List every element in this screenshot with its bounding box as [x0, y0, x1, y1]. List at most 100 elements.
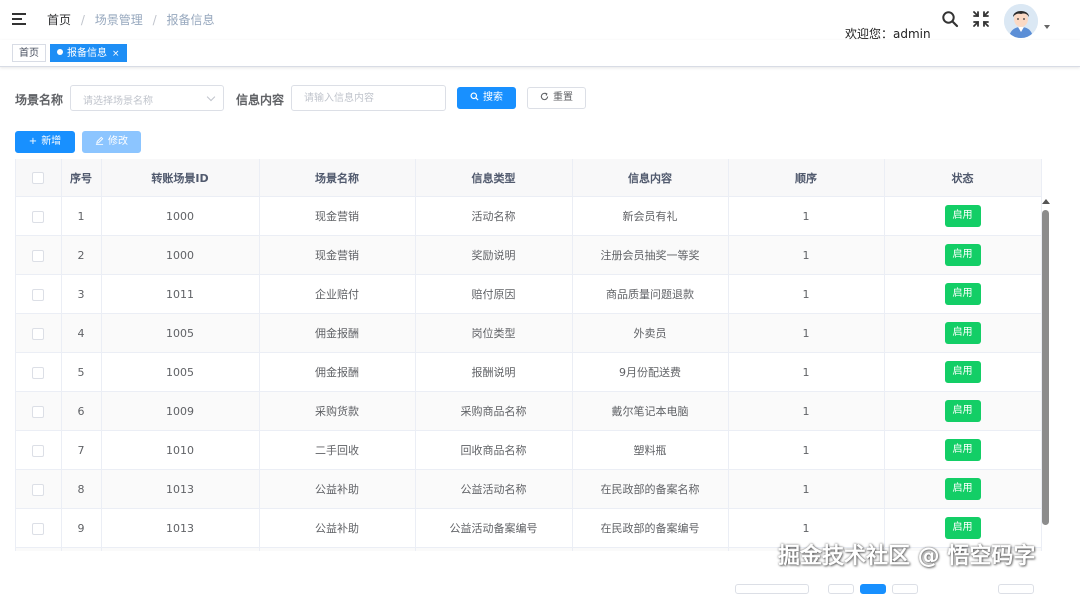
scene-name-label: 场景名称: [15, 93, 64, 107]
status-badge[interactable]: 启用: [944, 244, 981, 266]
data-table: 序号 转账场景ID 场景名称 信息类型 信息内容 顺序 状态 1 1000 现金…: [15, 159, 1054, 551]
tag-home[interactable]: 首页: [12, 44, 46, 62]
pagination-area: [0, 570, 1080, 588]
cell-info-type: 岗位类型: [415, 313, 573, 353]
table-row[interactable]: 5 1005 佣金报酬 报酬说明 9月份配送费 1 启用: [16, 352, 1042, 392]
cell-scene-name: 公益补助: [259, 508, 416, 548]
pagination-jumper[interactable]: [998, 584, 1034, 594]
row-checkbox[interactable]: [32, 444, 45, 457]
status-badge[interactable]: 启用: [944, 322, 981, 344]
breadcrumb-item-home[interactable]: 首页: [47, 13, 71, 27]
status-badge[interactable]: 启用: [944, 517, 981, 539]
row-checkbox[interactable]: [32, 405, 45, 418]
cell-order: 1: [728, 391, 885, 431]
tag-label: 首页: [19, 48, 39, 59]
menu-toggle-icon[interactable]: [12, 12, 26, 26]
cell-info-type: 报酬说明: [415, 352, 573, 392]
info-content-input[interactable]: [291, 85, 446, 111]
tags-view: 首页 报备信息 ×: [0, 40, 1080, 67]
cell-index: 6: [61, 391, 102, 431]
cell-scene-id: 1013: [101, 469, 260, 509]
add-button-label: 新增: [41, 136, 62, 147]
scene-name-select[interactable]: 请选择场景名称: [70, 85, 224, 111]
cell-info-content: 外卖员: [572, 313, 729, 353]
cell-index: 4: [61, 313, 102, 353]
cell-info-content: 在民政部的备案编号: [572, 508, 729, 548]
cell-order: 1: [728, 352, 885, 392]
cell-scene-name: 企业赔付: [259, 274, 416, 314]
row-checkbox[interactable]: [32, 249, 45, 262]
cell-index: 9: [61, 508, 102, 548]
cell-scene-name: 公益补助: [259, 469, 416, 509]
cell-index: 2: [61, 235, 102, 275]
cell-scene-id: 1009: [101, 391, 260, 431]
cell-info-type: 活动名称: [415, 196, 573, 236]
column-header-info-content: 信息内容: [572, 159, 729, 197]
table-row[interactable]: 2 1000 现金营销 奖励说明 注册会员抽奖一等奖 1 启用: [16, 235, 1042, 275]
edit-button[interactable]: 修改: [82, 131, 141, 153]
row-select-cell: [16, 391, 62, 431]
cell-index: 7: [61, 430, 102, 470]
row-checkbox[interactable]: [32, 366, 45, 379]
cell-index: 5: [61, 352, 102, 392]
refresh-icon: [540, 92, 549, 101]
pagination-prev-button[interactable]: [828, 584, 854, 594]
cell-info-content: 注册会员抽奖一等奖: [572, 235, 729, 275]
table-row[interactable]: 4 1005 佣金报酬 岗位类型 外卖员 1 启用: [16, 313, 1042, 353]
column-header-scene-name: 场景名称: [259, 159, 416, 197]
status-badge[interactable]: 启用: [944, 361, 981, 383]
cell-scene-id: 1005: [101, 352, 260, 392]
caret-down-icon[interactable]: [1044, 25, 1050, 29]
table-row[interactable]: 7 1010 二手回收 回收商品名称 塑料瓶 1 启用: [16, 430, 1042, 470]
status-badge[interactable]: 启用: [944, 478, 981, 500]
row-checkbox[interactable]: [32, 288, 45, 301]
cell-status: 启用: [884, 313, 1042, 353]
fullscreen-icon[interactable]: [972, 10, 990, 28]
page-size-select[interactable]: [735, 584, 809, 594]
info-content-label: 信息内容: [236, 93, 285, 107]
row-checkbox[interactable]: [32, 522, 45, 535]
close-icon[interactable]: ×: [112, 49, 120, 59]
cell-scene-id: 1000: [101, 196, 260, 236]
table-row[interactable]: 3 1011 企业赔付 赔付原因 商品质量问题退款 1 启用: [16, 274, 1042, 314]
reset-button[interactable]: 重置: [527, 87, 586, 109]
search-icon[interactable]: [941, 10, 959, 28]
tag-label: 报备信息: [67, 48, 107, 59]
select-all-checkbox[interactable]: [32, 172, 45, 184]
cell-info-content: 新会员有礼: [572, 196, 729, 236]
row-checkbox[interactable]: [32, 483, 45, 496]
avatar[interactable]: [1004, 4, 1038, 38]
column-header-info-type: 信息类型: [415, 159, 573, 197]
chevron-down-icon: [206, 92, 216, 102]
status-badge[interactable]: 启用: [944, 400, 981, 422]
row-checkbox[interactable]: [32, 210, 45, 223]
pagination-page[interactable]: [892, 584, 918, 594]
cell-order: 1: [728, 313, 885, 353]
status-badge[interactable]: 启用: [944, 439, 981, 461]
row-checkbox[interactable]: [32, 327, 45, 340]
cell-order: 1: [728, 196, 885, 236]
row-select-cell: [16, 352, 62, 392]
table-row[interactable]: 1 1000 现金营销 活动名称 新会员有礼 1 启用: [16, 196, 1042, 236]
scroll-up-arrow-icon[interactable]: [1042, 199, 1050, 204]
row-select-cell: [16, 235, 62, 275]
add-button[interactable]: + 新增: [15, 131, 75, 153]
table-row[interactable]: 8 1013 公益补助 公益活动名称 在民政部的备案名称 1 启用: [16, 469, 1042, 509]
cell-status: 启用: [884, 430, 1042, 470]
table-row[interactable]: 6 1009 采购货款 采购商品名称 戴尔笔记本电脑 1 启用: [16, 391, 1042, 431]
cell-info-type: 采购商品名称: [415, 391, 573, 431]
vertical-scrollbar-thumb[interactable]: [1042, 210, 1049, 525]
status-badge[interactable]: 启用: [944, 205, 981, 227]
pagination-page-active[interactable]: [860, 584, 886, 594]
search-button[interactable]: 搜索: [457, 87, 516, 109]
cell-index: 1: [61, 196, 102, 236]
cell-scene-name: 佣金报酬: [259, 352, 416, 392]
tag-report-info[interactable]: 报备信息 ×: [50, 44, 127, 62]
active-dot-icon: [57, 49, 63, 55]
navbar: 首页 / 场景管理 / 报备信息 欢迎您：admin: [0, 0, 1080, 41]
cell-info-content: 在民政部的备案名称: [572, 469, 729, 509]
user-avatar-icon: [1004, 4, 1038, 38]
status-badge[interactable]: 启用: [944, 283, 981, 305]
cell-scene-name: 现金营销: [259, 235, 416, 275]
cell-info-content: 商品质量问题退款: [572, 274, 729, 314]
